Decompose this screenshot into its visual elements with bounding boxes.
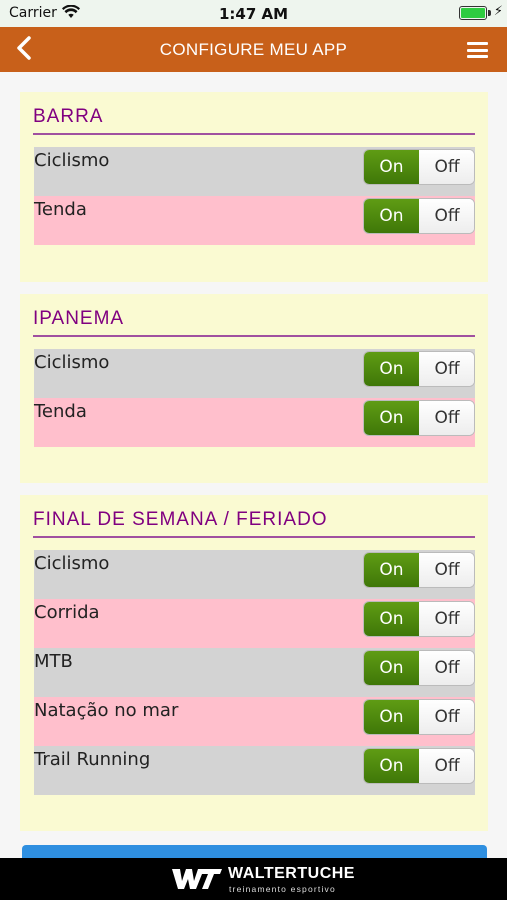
list-item: Tenda On Off	[34, 196, 475, 245]
toggle-off-option[interactable]: Off	[419, 150, 474, 184]
menu-icon[interactable]	[467, 42, 488, 58]
toggle-off-option[interactable]: Off	[419, 199, 474, 233]
toggle-off-option[interactable]: Off	[419, 602, 474, 636]
on-off-toggle[interactable]: On Off	[363, 748, 475, 784]
toggle-off-option[interactable]: Off	[419, 749, 474, 783]
on-off-toggle[interactable]: On Off	[363, 198, 475, 234]
list-item: Trail Running On Off	[34, 746, 475, 795]
section-final-de-semana: FINAL DE SEMANA / FERIADO Ciclismo On Of…	[20, 495, 488, 831]
section-barra: BARRA Ciclismo On Off Tenda On Off	[20, 92, 488, 282]
page-title: CONFIGURE MEU APP	[159, 40, 348, 59]
list-item: Ciclismo On Off	[34, 349, 475, 398]
toggle-on-option[interactable]: On	[364, 651, 419, 685]
toggle-on-option[interactable]: On	[364, 602, 419, 636]
section-title: FINAL DE SEMANA / FERIADO	[33, 509, 328, 530]
list-item: MTB On Off	[34, 648, 475, 697]
item-label: Ciclismo	[34, 352, 110, 373]
toggle-on-option[interactable]: On	[364, 150, 419, 184]
item-label: Trail Running	[34, 749, 151, 770]
list-item: Ciclismo On Off	[34, 147, 475, 196]
list-item: Tenda On Off	[34, 398, 475, 447]
item-label: Tenda	[34, 401, 87, 422]
list-item: Natação no mar On Off	[34, 697, 475, 746]
brand-name: WALTERTUCHE	[228, 865, 355, 882]
on-off-toggle[interactable]: On Off	[363, 650, 475, 686]
settings-content[interactable]: BARRA Ciclismo On Off Tenda On Off IPANE…	[0, 72, 507, 858]
list-item: Ciclismo On Off	[34, 550, 475, 599]
toggle-off-option[interactable]: Off	[419, 651, 474, 685]
brand-tagline: treinamento esportivo	[229, 884, 336, 894]
section-divider	[33, 335, 475, 337]
toggle-off-option[interactable]: Off	[419, 700, 474, 734]
on-off-toggle[interactable]: On Off	[363, 552, 475, 588]
toggle-on-option[interactable]: On	[364, 401, 419, 435]
brand-logo-icon	[172, 867, 222, 895]
toggle-on-option[interactable]: On	[364, 199, 419, 233]
status-bar: Carrier 1:47 AM ⚡	[0, 0, 507, 27]
item-label: Ciclismo	[34, 150, 110, 171]
on-off-toggle[interactable]: On Off	[363, 601, 475, 637]
on-off-toggle[interactable]: On Off	[363, 351, 475, 387]
item-label: Corrida	[34, 602, 100, 623]
item-label: Tenda	[34, 199, 87, 220]
status-time: 1:47 AM	[218, 5, 289, 23]
save-button[interactable]	[22, 845, 487, 858]
toggle-on-option[interactable]: On	[364, 749, 419, 783]
section-ipanema: IPANEMA Ciclismo On Off Tenda On Off	[20, 294, 488, 483]
section-title: BARRA	[33, 106, 104, 127]
on-off-toggle[interactable]: On Off	[363, 149, 475, 185]
footer-banner: WALTERTUCHE treinamento esportivo	[0, 858, 507, 900]
section-title: IPANEMA	[33, 308, 125, 329]
on-off-toggle[interactable]: On Off	[363, 699, 475, 735]
toggle-on-option[interactable]: On	[364, 352, 419, 386]
item-label: MTB	[34, 651, 73, 672]
section-divider	[33, 133, 475, 135]
toggle-on-option[interactable]: On	[364, 553, 419, 587]
navigation-bar: CONFIGURE MEU APP	[0, 27, 507, 72]
toggle-off-option[interactable]: Off	[419, 401, 474, 435]
on-off-toggle[interactable]: On Off	[363, 400, 475, 436]
toggle-off-option[interactable]: Off	[419, 352, 474, 386]
item-label: Ciclismo	[34, 553, 110, 574]
section-divider	[33, 536, 475, 538]
toggle-off-option[interactable]: Off	[419, 553, 474, 587]
battery-icon	[459, 6, 487, 20]
battery-tip	[488, 10, 491, 16]
item-label: Natação no mar	[34, 700, 179, 721]
charging-icon: ⚡	[493, 4, 503, 19]
list-item: Corrida On Off	[34, 599, 475, 648]
toggle-on-option[interactable]: On	[364, 700, 419, 734]
